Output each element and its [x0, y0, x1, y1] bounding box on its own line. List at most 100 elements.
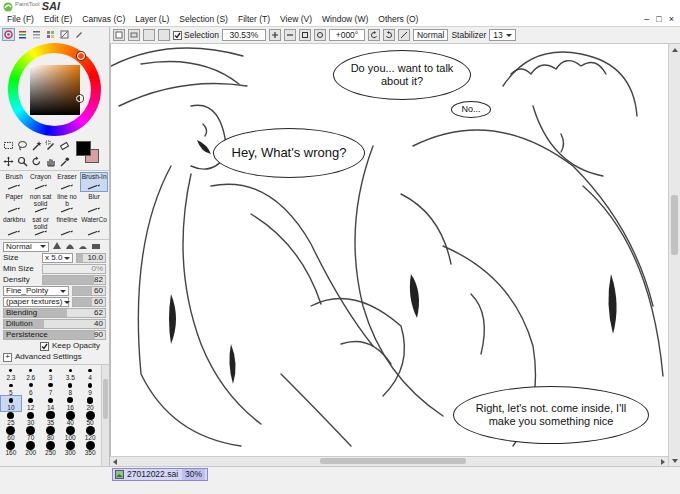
brush-size[interactable]: 80: [41, 426, 61, 441]
brush-size-scrollbar[interactable]: [101, 365, 109, 466]
tool-button[interactable]: [17, 140, 30, 154]
brush-size[interactable]: 160: [1, 441, 21, 456]
color-mode-button[interactable]: [17, 29, 28, 40]
brush-size[interactable]: 120: [80, 426, 100, 441]
color-marker[interactable]: [76, 95, 83, 102]
blend-mode-dropdown[interactable]: Normal: [413, 29, 448, 41]
toolbar-button[interactable]: [398, 29, 410, 41]
texture-dropdown[interactable]: (paper textures): [3, 297, 69, 307]
brush-size[interactable]: 350: [80, 441, 100, 456]
toolbar-button[interactable]: [128, 29, 140, 41]
toolbar-button[interactable]: [158, 29, 170, 41]
toolbar-button[interactable]: [299, 29, 311, 41]
toolbar-button[interactable]: [113, 29, 125, 41]
primary-color-swatch[interactable]: [76, 141, 91, 156]
brush-mode-dropdown[interactable]: Normal: [3, 242, 49, 252]
brush-size[interactable]: 7: [41, 381, 61, 396]
saturation-value-square[interactable]: [30, 65, 80, 115]
selection-toggle[interactable]: Selection: [173, 30, 219, 40]
menu-item[interactable]: View (V): [275, 14, 317, 24]
brush-size[interactable]: 2.3: [1, 366, 21, 381]
brush-size[interactable]: 30: [21, 411, 41, 426]
vertical-scrollbar[interactable]: [668, 44, 680, 466]
brush-shape-button[interactable]: [65, 241, 75, 252]
menu-item[interactable]: Filter (T): [233, 14, 275, 24]
brush-tool[interactable]: sat or solid: [27, 215, 53, 238]
menu-item[interactable]: Layer (L): [130, 14, 174, 24]
scroll-up-button[interactable]: [669, 44, 680, 55]
toolbar-button[interactable]: [314, 29, 326, 41]
horizontal-scrollbar[interactable]: [110, 456, 668, 466]
brush-tool[interactable]: Brush: [1, 172, 27, 192]
slider[interactable]: 82: [42, 275, 106, 285]
brush-size[interactable]: 10: [1, 396, 21, 411]
toolbar-button[interactable]: [383, 29, 395, 41]
toolbar-button[interactable]: [269, 29, 281, 41]
slider[interactable]: 0%: [42, 264, 106, 274]
hue-ring[interactable]: [8, 43, 101, 136]
brush-size[interactable]: 9: [80, 381, 100, 396]
brush-tool[interactable]: Brush-In: [80, 172, 108, 192]
window-button[interactable]: ×: [669, 14, 674, 25]
brush-size[interactable]: 200: [21, 441, 41, 456]
brush-tool[interactable]: WaterCo: [80, 215, 108, 238]
window-button[interactable]: –: [644, 14, 649, 25]
brush-tool[interactable]: darkbru: [1, 215, 27, 238]
hue-marker[interactable]: [77, 52, 85, 60]
checkbox[interactable]: [173, 31, 182, 40]
tool-button[interactable]: [17, 156, 30, 170]
menu-item[interactable]: File (F): [2, 14, 39, 24]
brush-tool[interactable]: line no b: [54, 192, 80, 215]
brush-size[interactable]: 2.6: [21, 366, 41, 381]
menu-item[interactable]: Others (O): [373, 14, 423, 24]
brush-size[interactable]: 14: [41, 396, 61, 411]
brush-size[interactable]: 35: [41, 411, 61, 426]
brush-tool[interactable]: fineline: [54, 215, 80, 238]
brush-size[interactable]: 6: [21, 381, 41, 396]
toolbar-button[interactable]: [368, 29, 380, 41]
brush-size[interactable]: 16: [60, 396, 80, 411]
tool-button[interactable]: [59, 140, 72, 154]
checkbox[interactable]: [40, 342, 49, 351]
brush-size[interactable]: 300: [60, 441, 80, 456]
window-button[interactable]: □: [656, 14, 661, 25]
expand-button[interactable]: +: [3, 353, 12, 362]
advanced-settings-label[interactable]: Advanced Settings: [15, 353, 82, 361]
advanced-settings-row[interactable]: +Advanced Settings: [0, 351, 109, 362]
brush-shape-button[interactable]: [52, 241, 62, 252]
menu-item[interactable]: Canvas (C): [77, 14, 130, 24]
mix-slider[interactable]: Blending62: [3, 308, 106, 318]
scroll-thumb[interactable]: [671, 195, 678, 255]
tool-button[interactable]: [59, 156, 72, 170]
menu-item[interactable]: Selection (S): [174, 14, 233, 24]
shape-slider[interactable]: 60: [72, 286, 106, 296]
tool-button[interactable]: [45, 140, 58, 154]
brush-size[interactable]: 12: [21, 396, 41, 411]
menu-item[interactable]: Window (W): [317, 14, 373, 24]
brush-size[interactable]: 4: [80, 366, 100, 381]
size-multiplier-dropdown[interactable]: x 5.0: [42, 253, 73, 263]
tool-button[interactable]: [45, 156, 58, 170]
tool-button[interactable]: [31, 156, 44, 170]
brush-size[interactable]: 70: [21, 426, 41, 441]
color-mode-button[interactable]: [3, 29, 14, 40]
shape-dropdown[interactable]: Fine_Pointy: [3, 286, 69, 296]
scroll-left-button[interactable]: [110, 457, 120, 466]
rotation-field[interactable]: +000°: [329, 29, 365, 41]
drawing-canvas[interactable]: Do you... want to talk about it?No...Hey…: [110, 44, 668, 456]
brush-shape-button[interactable]: [91, 241, 101, 252]
brush-size[interactable]: 8: [60, 381, 80, 396]
brush-size[interactable]: 250: [41, 441, 61, 456]
brush-size[interactable]: 3.5: [60, 366, 80, 381]
mix-slider[interactable]: Dilution40: [3, 319, 106, 329]
brush-size[interactable]: 3: [41, 366, 61, 381]
brush-tool[interactable]: Crayon: [27, 172, 53, 192]
scroll-right-button[interactable]: [658, 457, 668, 466]
brush-size[interactable]: 25: [1, 411, 21, 426]
document-tab[interactable]: 27012022.sai30%: [112, 468, 208, 481]
scroll-thumb[interactable]: [103, 379, 108, 419]
mix-slider[interactable]: Persistence90: [3, 330, 106, 340]
brush-size[interactable]: 40: [60, 411, 80, 426]
color-mode-button[interactable]: [73, 29, 84, 40]
color-mode-button[interactable]: [59, 29, 70, 40]
